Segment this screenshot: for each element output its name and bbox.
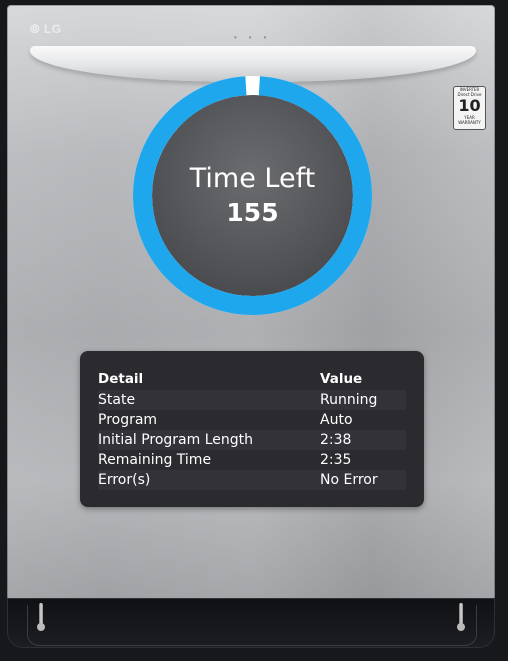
details-card: Detail Value State Running Program Auto …: [80, 351, 424, 507]
right-leg: [457, 603, 465, 631]
gauge-title: Time Left: [189, 163, 316, 194]
indicator-dots: •••: [234, 33, 279, 42]
gauge-face: [151, 94, 354, 297]
table-row: Initial Program Length 2:38: [98, 430, 406, 450]
detail-cell: Program: [98, 412, 158, 428]
gauge-value: 155: [226, 198, 279, 227]
table-row: State Running: [98, 390, 406, 410]
table-row: Error(s) No Error: [98, 470, 406, 490]
badge-number: 10: [458, 96, 481, 115]
table-header-row: Detail Value: [98, 368, 406, 390]
detail-cell: Error(s): [98, 470, 320, 490]
detail-cell: Initial Program Length: [98, 430, 320, 450]
logo-text: LG: [43, 22, 62, 36]
detail-cell: Remaining Time: [98, 452, 212, 468]
toe-kick-trim: [27, 605, 477, 646]
table-row: Remaining Time 2:35: [98, 450, 406, 470]
value-column-header: Value: [320, 371, 363, 387]
badge-line-4: WARRANTY: [458, 120, 481, 125]
value-cell: 2:38: [320, 430, 406, 450]
detail-cell: State: [98, 390, 320, 410]
details-table: Detail Value State Running Program Auto …: [98, 368, 406, 490]
lg-logo: ⦾ LG: [30, 22, 62, 36]
table-row: Program Auto: [98, 410, 406, 430]
detail-column-header: Detail: [98, 371, 144, 387]
value-cell: No Error: [320, 470, 406, 490]
value-cell: Auto: [320, 412, 353, 428]
time-left-gauge: [133, 76, 372, 315]
value-cell: 2:35: [320, 452, 352, 468]
value-cell: Running: [320, 390, 406, 410]
warranty-badge: INVERTER Direct Drive 10 YEAR WARRANTY: [453, 86, 486, 130]
left-leg: [37, 603, 45, 631]
